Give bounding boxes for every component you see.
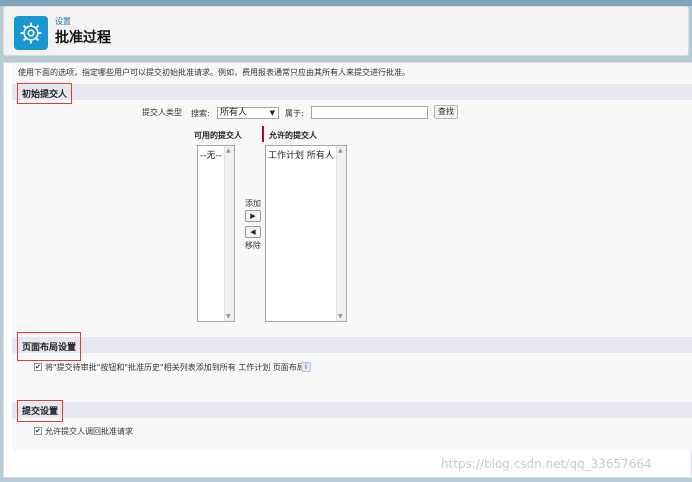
section-bar-submission — [12, 402, 692, 418]
section-bar-initial-submitters — [12, 84, 692, 100]
required-marker — [262, 126, 264, 142]
intro-text: 使用下面的选项，指定哪些用户可以提交初始批准请求。例如，费用报表通常只应由其所有… — [18, 68, 410, 77]
triangle-right-icon: ▶ — [250, 212, 256, 220]
section-title-initial-submitters: 初始提交人 — [17, 83, 73, 104]
info-icon[interactable]: i — [301, 362, 311, 372]
scrollbar[interactable]: ▲ ▼ — [336, 146, 346, 321]
remove-arrow-button[interactable]: ◀ — [245, 226, 261, 238]
triangle-left-icon: ◀ — [250, 228, 256, 236]
available-submitters-header: 可用的提交人 — [194, 131, 242, 140]
submitter-type-select[interactable]: 所有人 ▼ — [217, 107, 279, 119]
allowed-submitters-header: 允许的提交人 — [269, 131, 317, 140]
page-title: 批准过程 — [55, 30, 111, 46]
add-label: 添加 — [245, 199, 261, 208]
gear-icon — [14, 16, 48, 50]
section-title-submission: 提交设置 — [17, 400, 64, 422]
available-submitters-list[interactable]: --无-- ▲ ▼ — [197, 145, 235, 322]
section-title-page-layout: 页面布局设置 — [17, 332, 82, 361]
search-label: 搜索: — [191, 109, 210, 118]
submitter-type-value: 所有人 — [220, 108, 248, 118]
allow-recall-label: 允许提交人调回批准请求 — [45, 427, 133, 436]
section-bar-page-layout — [12, 337, 692, 353]
scroll-down-icon[interactable]: ▼ — [226, 313, 231, 320]
scroll-up-icon[interactable]: ▲ — [338, 147, 343, 154]
scroll-down-icon[interactable]: ▼ — [338, 313, 343, 320]
watermark: https://blog.csdn.net/qq_33657664 — [441, 457, 652, 471]
belongs-input[interactable] — [311, 106, 428, 119]
belongs-label: 属于: — [285, 109, 304, 118]
content-panel — [12, 63, 692, 451]
breadcrumb-setup[interactable]: 设置 — [55, 16, 71, 27]
allowed-submitters-list[interactable]: 工作计划 所有人 ▲ ▼ — [265, 145, 347, 322]
page-header: 设置 批准过程 — [3, 6, 689, 56]
add-to-layouts-label: 将"提交待审批"按钮和"批准历史"相关列表添加到所有 工作计划 页面布局 — [45, 363, 305, 372]
list-item[interactable]: 工作计划 所有人 — [268, 148, 344, 161]
scroll-up-icon[interactable]: ▲ — [226, 147, 231, 154]
allow-recall-checkbox[interactable]: ✔ — [34, 427, 42, 435]
scrollbar[interactable]: ▲ ▼ — [224, 146, 234, 321]
submitter-type-label: 提交人类型 — [142, 108, 182, 117]
add-to-layouts-checkbox[interactable]: ✔ — [34, 363, 42, 371]
chevron-down-icon: ▼ — [269, 109, 275, 117]
remove-label: 移除 — [245, 241, 261, 250]
find-button[interactable]: 查找 — [434, 105, 458, 119]
add-arrow-button[interactable]: ▶ — [245, 210, 261, 222]
